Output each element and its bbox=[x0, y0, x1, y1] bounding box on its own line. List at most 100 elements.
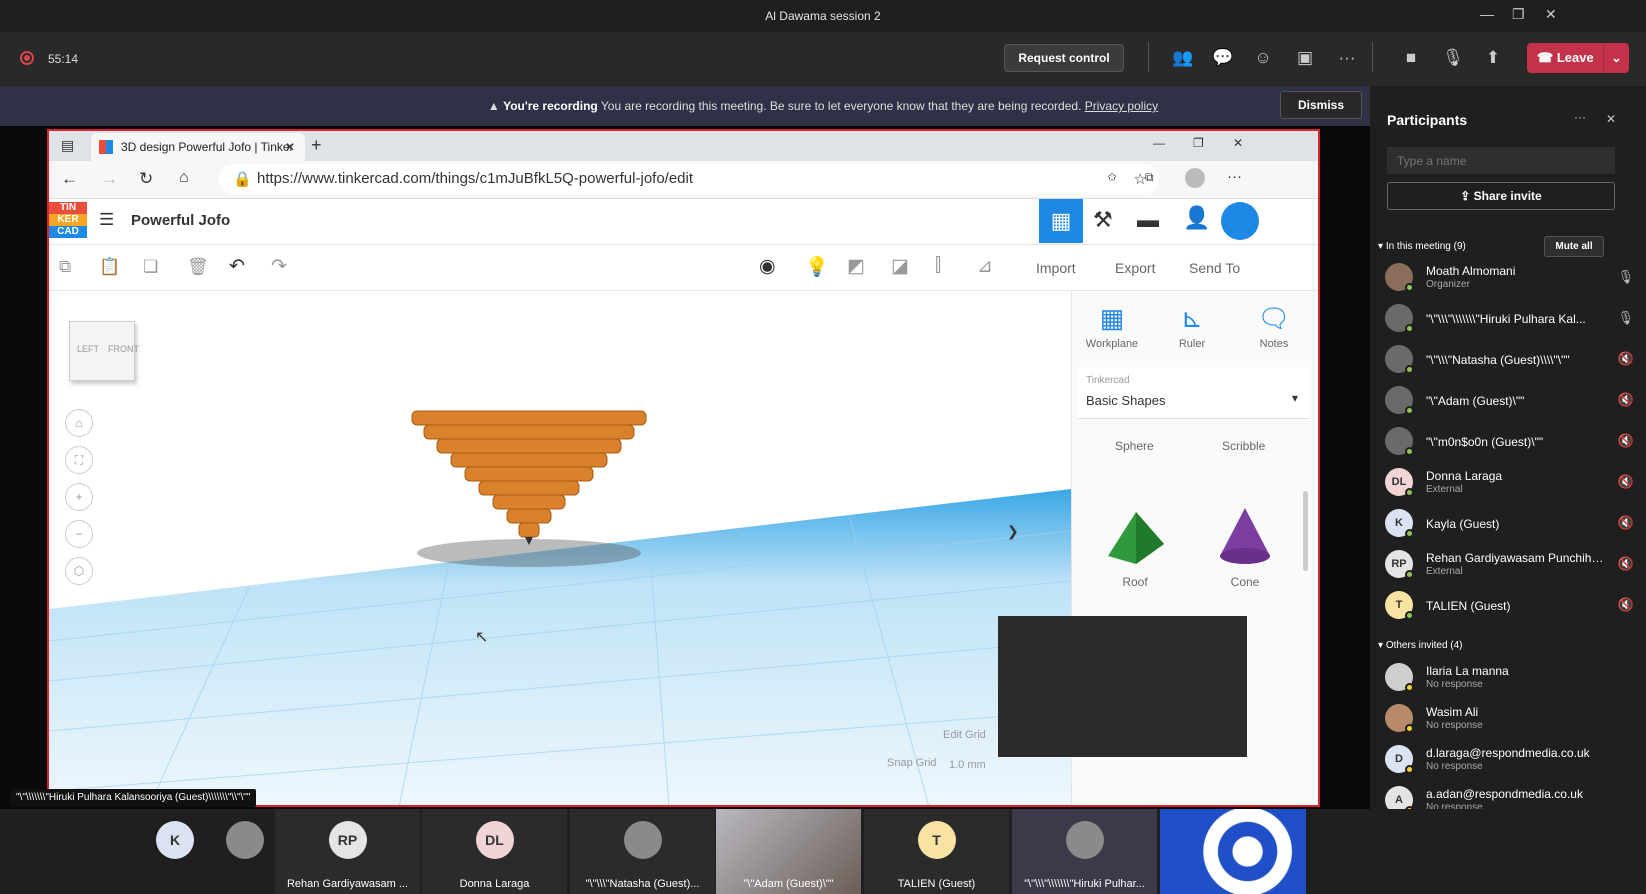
mic-off-icon[interactable]: 🔇 bbox=[1618, 392, 1634, 408]
tinkercad-logo[interactable]: TIN KER CAD bbox=[49, 202, 87, 240]
mic-off-icon[interactable]: 🔇 bbox=[1618, 351, 1634, 367]
3d-viewport[interactable]: LEFT FRONT ⌂ ⛶ + − ⬡ ↖ ❯ Edit Grid Snap … bbox=[49, 291, 1071, 805]
shape-library-select[interactable]: Tinkercad Basic Shapes ▾ bbox=[1078, 367, 1310, 419]
favorites-icon[interactable]: ✩ bbox=[1107, 170, 1117, 184]
panel-scrollbar[interactable] bbox=[1303, 491, 1308, 571]
in-meeting-header[interactable]: ▾ In this meeting (9) bbox=[1378, 241, 1466, 252]
view-cube[interactable]: LEFT FRONT bbox=[69, 321, 139, 381]
tab-close-icon[interactable]: ✕ bbox=[285, 140, 295, 154]
browser-tab[interactable]: 3D design Powerful Jofo | Tinker ✕ bbox=[91, 133, 305, 161]
participant-row[interactable]: "\"\\\"Natasha (Guest)\\\\"\"" 🔇 bbox=[1370, 340, 1646, 380]
chat-icon[interactable]: 💬 bbox=[1210, 45, 1236, 71]
share-screen-icon[interactable]: ⬆ bbox=[1480, 45, 1506, 71]
mic-icon[interactable]: 🎙 bbox=[1617, 310, 1634, 326]
mic-icon[interactable]: 🎙 bbox=[1440, 45, 1466, 71]
participant-row[interactable]: "\"m0n$o0n (Guest)\"" 🔇 bbox=[1370, 422, 1646, 462]
panel-close-icon[interactable]: ✕ bbox=[1606, 112, 1616, 126]
paste-icon[interactable]: 📋 bbox=[99, 257, 120, 277]
mute-all-button[interactable]: Mute all bbox=[1544, 236, 1604, 257]
minimize-icon[interactable]: — bbox=[1480, 6, 1494, 22]
view-icon[interactable]: ◉ bbox=[759, 255, 776, 278]
bricks-icon[interactable]: ▬ bbox=[1137, 207, 1159, 233]
perspective-icon[interactable]: ⬡ bbox=[65, 557, 93, 585]
design-name[interactable]: Powerful Jofo bbox=[131, 212, 230, 229]
invited-row[interactable]: Ilaria La manna No response bbox=[1370, 658, 1646, 698]
participant-row[interactable]: "\"\\\"\\\\\\\"Hiruki Pulhara Kal... 🎙 bbox=[1370, 299, 1646, 339]
align-icon[interactable]: ⫿ bbox=[935, 255, 941, 277]
invited-row[interactable]: Dd.laraga@respondmedia.co.uk No response bbox=[1370, 740, 1646, 780]
dismiss-button[interactable]: Dismiss bbox=[1280, 91, 1362, 119]
notes-tool[interactable]: 🗨 Notes bbox=[1244, 303, 1304, 350]
panel-more-icon[interactable]: ··· bbox=[1574, 110, 1586, 124]
people-icon[interactable]: 👥 bbox=[1170, 45, 1196, 71]
participant-row[interactable]: RP Rehan Gardiyawasam Punchihewa External 🔇 bbox=[1370, 545, 1646, 585]
collapse-panel-icon[interactable]: ❯ bbox=[1007, 523, 1019, 540]
url-field[interactable]: 🔒 https://www.tinkercad.com/things/c1mJu… bbox=[219, 164, 1159, 194]
edit-grid-link[interactable]: Edit Grid bbox=[943, 729, 986, 741]
note-bulb-icon[interactable]: 💡 bbox=[805, 255, 829, 279]
participant-row[interactable]: "\"Adam (Guest)\"" 🔇 bbox=[1370, 381, 1646, 421]
ungroup-icon[interactable]: ◪ bbox=[891, 255, 909, 278]
close-icon[interactable]: ✕ bbox=[1545, 6, 1557, 23]
video-tile[interactable]: RP Rehan Gardiyawasam ... bbox=[275, 809, 420, 894]
group-icon[interactable]: ◩ bbox=[847, 255, 865, 278]
zoom-out-icon[interactable]: − bbox=[65, 520, 93, 548]
build-icon[interactable]: ⚒ bbox=[1093, 207, 1113, 233]
browser-menu-icon[interactable]: ··· bbox=[1227, 168, 1242, 185]
mic-off-icon[interactable]: 🔇 bbox=[1618, 474, 1634, 490]
shape-cone[interactable]: Cone bbox=[1212, 506, 1278, 589]
shape-sphere[interactable]: Sphere bbox=[1115, 439, 1154, 453]
shape-scribble[interactable]: Scribble bbox=[1222, 439, 1265, 453]
participant-search-input[interactable] bbox=[1387, 147, 1615, 174]
request-control-button[interactable]: Request control bbox=[1004, 44, 1124, 72]
forward-icon[interactable]: → bbox=[101, 169, 118, 189]
mic-icon[interactable]: 🎙 bbox=[1617, 269, 1634, 285]
mic-off-icon[interactable]: 🔇 bbox=[1618, 515, 1634, 531]
back-icon[interactable]: ← bbox=[61, 169, 78, 189]
view-cube-left[interactable]: LEFT bbox=[77, 344, 99, 354]
restore-icon[interactable]: ❐ bbox=[1512, 6, 1525, 23]
refresh-icon[interactable]: ↻ bbox=[139, 169, 153, 189]
video-tile[interactable]: "\"\\\"\\\\\\\"Hiruki Pulhar... bbox=[1012, 809, 1157, 894]
more-icon[interactable]: ··· bbox=[1334, 45, 1360, 71]
import-button[interactable]: Import bbox=[1036, 260, 1076, 276]
video-tile[interactable] bbox=[215, 809, 275, 894]
zoom-in-icon[interactable]: + bbox=[65, 483, 93, 511]
grid-view-icon[interactable]: ▦ bbox=[1039, 199, 1083, 243]
tab-actions-icon[interactable]: ▤ bbox=[61, 137, 74, 154]
fit-view-icon[interactable]: ⛶ bbox=[65, 446, 93, 474]
ruler-tool[interactable]: ⊾ Ruler bbox=[1162, 303, 1222, 350]
participant-row[interactable]: K Kayla (Guest) 🔇 bbox=[1370, 504, 1646, 544]
video-tile[interactable]: T TALIEN (Guest) bbox=[864, 809, 1009, 894]
shape-roof[interactable]: Roof bbox=[1102, 506, 1168, 589]
video-tile[interactable]: "\"Adam (Guest)\"" bbox=[716, 809, 861, 894]
participant-row[interactable]: T TALIEN (Guest) 🔇 bbox=[1370, 586, 1646, 626]
privacy-link[interactable]: Privacy policy bbox=[1085, 99, 1158, 113]
others-invited-header[interactable]: ▾ Others invited (4) bbox=[1378, 640, 1463, 651]
browser-close-icon[interactable]: ✕ bbox=[1233, 136, 1243, 150]
delete-icon[interactable]: 🗑 bbox=[187, 257, 209, 277]
rooms-icon[interactable]: ▣ bbox=[1292, 45, 1318, 71]
home-icon[interactable]: ⌂ bbox=[179, 169, 189, 187]
chevron-down-icon[interactable]: ⌄ bbox=[1603, 43, 1629, 73]
participant-row[interactable]: DL Donna Laraga External 🔇 bbox=[1370, 463, 1646, 503]
send-to-button[interactable]: Send To bbox=[1189, 260, 1240, 276]
add-user-icon[interactable]: 👤 bbox=[1183, 205, 1210, 231]
profile-icon[interactable] bbox=[1185, 168, 1205, 188]
duplicate-icon[interactable]: ❏ bbox=[143, 257, 158, 277]
participant-row[interactable]: Moath Almomani Organizer 🎙 bbox=[1370, 258, 1646, 298]
design-list-icon[interactable]: ☰ bbox=[99, 210, 114, 230]
user-avatar[interactable] bbox=[1221, 202, 1259, 240]
mic-off-icon[interactable]: 🔇 bbox=[1618, 556, 1634, 572]
mic-off-icon[interactable]: 🔇 bbox=[1618, 597, 1634, 613]
reactions-icon[interactable]: ☺ bbox=[1250, 45, 1276, 71]
browser-minimize-icon[interactable]: — bbox=[1153, 136, 1165, 150]
mic-off-icon[interactable]: 🔇 bbox=[1618, 433, 1634, 449]
snap-grid-select[interactable]: 1.0 mm bbox=[949, 759, 986, 771]
leave-button[interactable]: ☎ Leave ⌄ bbox=[1527, 43, 1629, 73]
mirror-icon[interactable]: ⊿ bbox=[977, 255, 993, 278]
redo-icon[interactable]: ↷ bbox=[271, 255, 287, 278]
camera-icon[interactable]: ■ bbox=[1398, 45, 1424, 71]
invited-row[interactable]: Wasim Ali No response bbox=[1370, 699, 1646, 739]
browser-restore-icon[interactable]: ❐ bbox=[1193, 136, 1204, 150]
